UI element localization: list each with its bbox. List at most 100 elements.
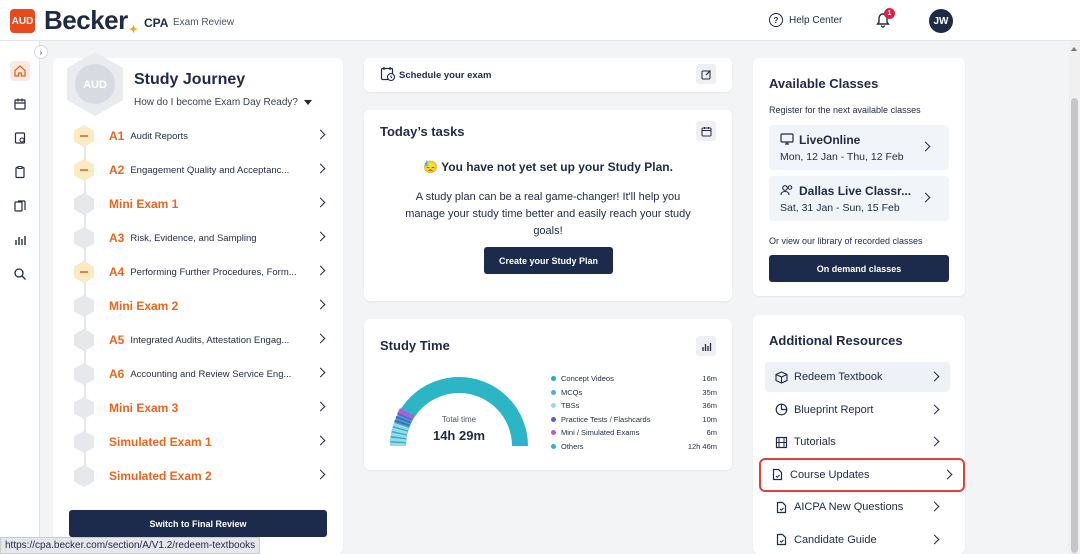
resource-label: AICPA New Questions: [794, 501, 904, 513]
journey-item[interactable]: Simulated Exam 2: [73, 462, 328, 490]
exam-ready-dropdown[interactable]: How do I become Exam Day Ready?: [134, 97, 312, 108]
study-journey-card: AUD Study Journey How do I become Exam D…: [53, 52, 343, 554]
search-icon[interactable]: [10, 264, 30, 284]
chevron-right-icon: [920, 192, 931, 203]
legend-dot: [551, 416, 556, 422]
journey-item[interactable]: Simulated Exam 1: [73, 428, 328, 456]
in-progress-hexagon-icon: [73, 260, 95, 284]
journey-item[interactable]: A5 Integrated Audits, Attestation Engag..…: [73, 326, 328, 354]
journey-code: A5: [109, 333, 125, 347]
journey-title: Integrated Audits, Attestation Engag...: [130, 334, 290, 346]
resource-candidate-guide[interactable]: Candidate Guide: [765, 525, 950, 554]
locked-hexagon-icon: [73, 430, 95, 454]
assignment-icon[interactable]: [10, 128, 30, 148]
todays-tasks-card: Today’s tasks 😓 You have not yet set up …: [364, 110, 732, 301]
section-badge[interactable]: AUD: [10, 9, 35, 33]
help-center-label: Help Center: [789, 14, 843, 26]
help-center-link[interactable]: ? Help Center: [769, 13, 842, 27]
clipboard-icon[interactable]: [10, 162, 30, 182]
flashcards-icon[interactable]: [10, 196, 30, 216]
in-progress-hexagon-icon: [73, 158, 95, 182]
journey-item[interactable]: Mini Exam 2: [73, 292, 328, 320]
chevron-right-icon: [315, 469, 326, 480]
legend-dot: [551, 376, 556, 382]
resource-label: Course Updates: [790, 468, 870, 481]
locked-hexagon-icon: [73, 328, 95, 352]
locked-hexagon-icon: [73, 294, 95, 318]
study-plan-headline: 😓 You have not yet set up your Study Pla…: [364, 160, 732, 174]
journey-title: Performing Further Procedures, Form...: [130, 266, 297, 278]
additional-resources-card: Additional Resources Redeem Textbook Blue…: [753, 315, 965, 554]
legend-label: Concept Videos: [561, 374, 614, 384]
journey-item[interactable]: Mini Exam 1: [73, 190, 328, 218]
chevron-right-icon: [920, 141, 931, 152]
journey-code: A3: [109, 231, 125, 245]
legend-item: Practice Tests / Flashcards 10m: [551, 413, 717, 427]
schedule-exam-label: Schedule your exam: [399, 70, 492, 81]
product-subtitle: Exam Review: [173, 17, 235, 28]
help-icon: ?: [769, 13, 783, 27]
people-icon: [780, 185, 793, 196]
on-demand-classes-button[interactable]: On demand classes: [769, 255, 949, 282]
class-name: Dallas Live Classr...: [799, 184, 912, 198]
journey-title: Accounting and Review Service Eng...: [130, 368, 292, 380]
caret-down-icon: [303, 100, 312, 105]
chevron-right-icon: [315, 265, 326, 276]
chevron-right-icon: [315, 231, 326, 242]
class-liveonline[interactable]: LiveOnline Mon, 12 Jan - Thu, 12 Feb: [769, 125, 949, 170]
resource-label: Candidate Guide: [794, 533, 877, 546]
scroll-up-arrow-icon[interactable]: [1071, 47, 1077, 51]
aud-badge-text: AUD: [83, 79, 107, 91]
film-icon: [774, 435, 788, 449]
calendar-clock-icon: [380, 67, 396, 82]
journey-item[interactable]: Mini Exam 3: [73, 394, 328, 422]
legend-value: 35m: [702, 387, 717, 397]
journey-item[interactable]: A1 Audit Reports: [73, 122, 328, 150]
brand-logo[interactable]: Becker✦: [44, 5, 138, 36]
calendar-icon[interactable]: [10, 94, 30, 114]
study-time-legend: Concept Videos 16m MCQs 35m TBSs 36m Practice …: [551, 372, 717, 453]
journey-item[interactable]: A3 Risk, Evidence, and Sampling: [73, 224, 328, 252]
additional-resources-title: Additional Resources: [769, 333, 903, 348]
scrollbar-thumb[interactable]: [1071, 98, 1078, 553]
journey-item[interactable]: A6 Accounting and Review Service Eng...: [73, 360, 328, 388]
resource-tutorials[interactable]: Tutorials: [765, 427, 950, 457]
switch-to-final-review-button[interactable]: Switch to Final Review: [69, 510, 327, 537]
box-icon: [774, 370, 788, 384]
todays-tasks-title: Today’s tasks: [380, 124, 465, 139]
create-study-plan-button[interactable]: Create your Study Plan: [484, 247, 613, 274]
journey-title: Audit Reports: [130, 130, 188, 142]
resource-course-updates[interactable]: Course Updates: [759, 457, 965, 492]
monitor-icon: [780, 133, 794, 145]
class-dallas[interactable]: Dallas Live Classr... Sat, 31 Jan - Sun,…: [769, 176, 949, 221]
resource-aicpa-new-questions[interactable]: AICPA New Questions: [765, 492, 950, 522]
page-scrollbar[interactable]: [1069, 41, 1080, 554]
journey-code: A1: [109, 129, 125, 143]
legend-dot: [551, 389, 556, 395]
bar-chart-icon[interactable]: [696, 336, 716, 356]
journey-item[interactable]: A2 Engagement Quality and Acceptanc...: [73, 156, 328, 184]
resource-blueprint-report[interactable]: Blueprint Report: [765, 395, 950, 425]
resource-redeem-textbook[interactable]: Redeem Textbook: [765, 362, 950, 392]
recorded-classes-text: Or view our library of recorded classes: [769, 236, 923, 246]
chevron-right-icon: [929, 404, 940, 414]
legend-item: TBSs 36m: [551, 399, 717, 413]
legend-dot: [551, 430, 556, 436]
journey-code: A4: [109, 265, 125, 279]
user-avatar[interactable]: JW: [929, 9, 953, 33]
edit-icon[interactable]: [696, 64, 716, 84]
home-icon[interactable]: [10, 61, 30, 81]
rail-expand-chevron-icon[interactable]: ›: [34, 45, 48, 59]
chart-icon[interactable]: [10, 230, 30, 250]
journey-item[interactable]: A4 Performing Further Procedures, Form...: [73, 258, 328, 286]
study-time-card: Study Time Total time 14h 29m Concept Vi…: [364, 319, 732, 470]
schedule-exam-card[interactable]: Schedule your exam: [364, 58, 732, 92]
calendar-icon[interactable]: [696, 121, 716, 141]
available-classes-card: Available Classes Register for the next …: [753, 58, 965, 296]
journey-code: A6: [109, 367, 125, 381]
legend-value: 6m: [706, 428, 717, 438]
product-name: CPA: [144, 16, 169, 30]
study-plan-description: A study plan can be a real game-changer!…: [405, 191, 691, 237]
journey-code: A2: [109, 163, 125, 177]
legend-label: Mini / Simulated Exams: [561, 428, 640, 438]
